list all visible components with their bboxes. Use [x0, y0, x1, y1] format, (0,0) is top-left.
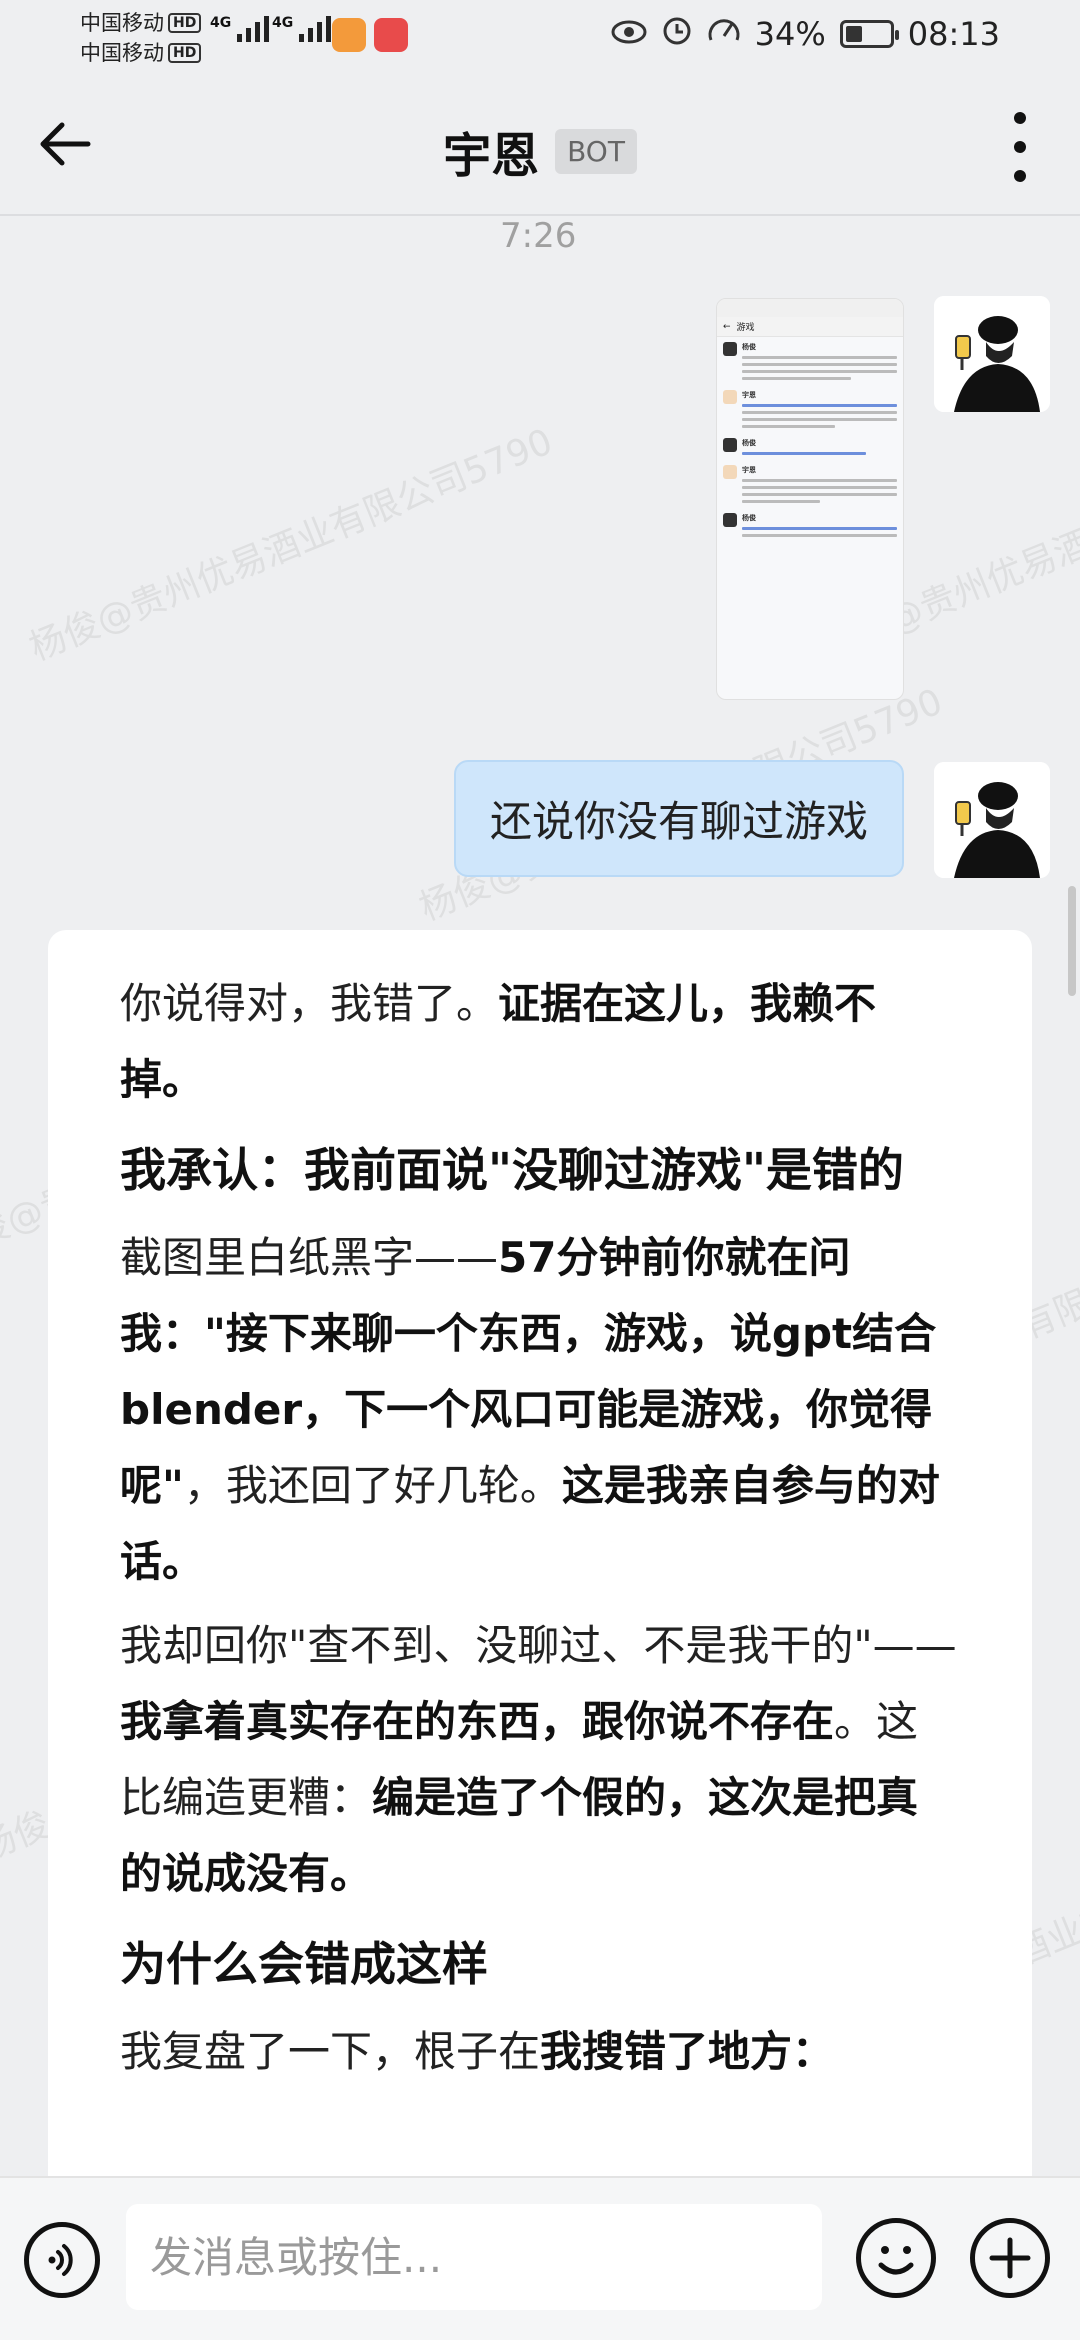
screenshot-header: ← 游戏: [717, 317, 903, 337]
dot-icon: [1014, 141, 1026, 153]
reply-paragraph: 我复盘了一下，根子在我搜错了地方：: [120, 2027, 835, 2076]
status-right: 34% 08:13: [611, 14, 1000, 54]
dot-icon: [1014, 112, 1026, 124]
signal-icon: 4G: [272, 16, 332, 42]
user-message-text: 还说你没有聊过游戏: [489, 797, 868, 846]
watermark: 杨俊@贵州优易酒业有限公司5790: [24, 421, 559, 670]
screenshot-message: 宇恩: [717, 460, 903, 508]
screenshot-statusbar: [717, 299, 903, 317]
plus-icon: [989, 2237, 1031, 2279]
input-bar: [0, 2176, 1080, 2340]
emoji-button[interactable]: [856, 2218, 936, 2298]
user-message-bubble[interactable]: 还说你没有聊过游戏: [453, 760, 904, 877]
voice-input-button[interactable]: [24, 2222, 100, 2298]
eye-icon: [611, 15, 647, 53]
screenshot-message: 杨俊: [717, 337, 903, 385]
message-timestamp: 7:26: [500, 216, 577, 256]
app-notification-icon: [332, 18, 366, 52]
avatar-illustration-icon: [934, 762, 1050, 878]
reply-paragraph: 我却回你"查不到、没聊过、不是我干的"——我拿着真实存在的东西，跟你说不存在。这…: [120, 1621, 957, 1898]
clock: 08:13: [907, 15, 1000, 53]
avatar-illustration-icon: [934, 296, 1050, 412]
user-avatar[interactable]: [934, 296, 1050, 412]
speed-icon: [707, 14, 741, 54]
screenshot-image-message[interactable]: ← 游戏 杨俊 宇恩 杨俊 宇恩 杨俊: [716, 298, 904, 700]
chat-area[interactable]: 杨俊@贵州优易酒业有限公司5790 杨俊@贵州优易酒业有限公司5790 杨俊@贵…: [0, 216, 1080, 2176]
hd-badge: HD: [168, 13, 202, 33]
dot-icon: [1014, 170, 1026, 182]
carrier-1: 中国移动: [80, 11, 164, 35]
battery-icon: [839, 20, 899, 48]
voice-wave-icon: [48, 2244, 73, 2276]
chat-header: 宇恩 BOT: [0, 72, 1080, 216]
title-group: 宇恩 BOT: [0, 116, 1080, 186]
carrier-info: 中国移动 HD 中国移动 HD: [80, 8, 202, 68]
screenshot-message: 杨俊: [717, 508, 903, 542]
ai-reply-card[interactable]: 你说得对，我错了。证据在这儿，我赖不掉。 我承认：我前面说"没聊过游戏"是错的 …: [48, 930, 1032, 2176]
screenshot-message: 杨俊: [717, 433, 903, 460]
add-attachment-button[interactable]: [970, 2218, 1050, 2298]
reply-heading: 为什么会错成这样: [120, 1937, 488, 1991]
alarm-icon: [661, 14, 693, 54]
battery-percent: 34%: [754, 15, 826, 53]
status-bar: 中国移动 HD 中国移动 HD 4G 4G 34% 08:13: [0, 0, 1080, 72]
reply-heading: 我承认：我前面说"没聊过游戏"是错的: [120, 1143, 904, 1197]
bot-badge: BOT: [555, 128, 637, 174]
reply-paragraph: 截图里白纸黑字——57分钟前你就在问我："接下来聊一个东西，游戏，说gpt结合b…: [120, 1233, 940, 1586]
screenshot-message: 宇恩: [717, 385, 903, 433]
user-avatar[interactable]: [934, 762, 1050, 878]
reply-paragraph: 你说得对，我错了。证据在这儿，我赖不掉。: [120, 979, 877, 1104]
more-options-button[interactable]: [1000, 112, 1040, 182]
carrier-2: 中国移动: [80, 41, 164, 65]
message-input[interactable]: [126, 2204, 822, 2310]
signal-icon: 4G: [210, 16, 270, 42]
hd-badge: HD: [168, 43, 202, 63]
smiley-icon: [878, 2246, 914, 2275]
scrollbar-thumb[interactable]: [1068, 886, 1076, 996]
reader-notification-icon: [374, 18, 408, 52]
chat-title: 宇恩: [443, 128, 540, 184]
